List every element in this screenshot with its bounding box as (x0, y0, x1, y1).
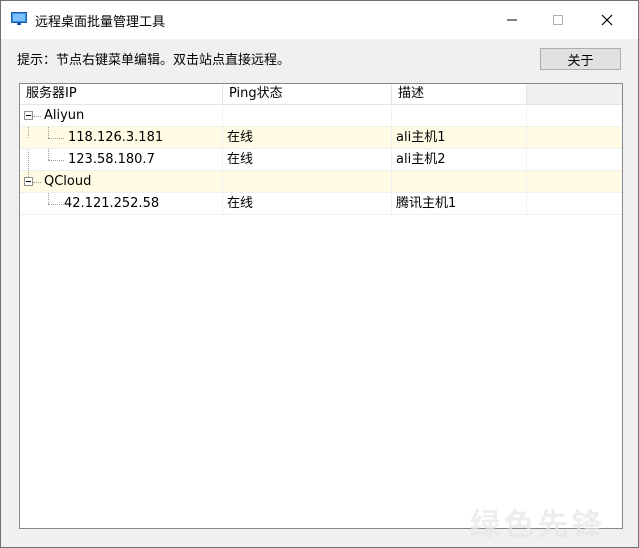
collapse-icon[interactable] (24, 177, 33, 186)
ping-status: 在线 (223, 127, 392, 149)
group-name: Aliyun (44, 108, 85, 123)
client-area: 提示：节点右键菜单编辑。双击站点直接远程。 关于 服务器IP Ping状态 描述… (1, 39, 638, 547)
remote-desktop-icon (11, 12, 27, 25)
server-description: ali主机1 (392, 127, 527, 149)
column-header-ip[interactable]: 服务器IP (20, 84, 223, 104)
close-button[interactable] (584, 1, 630, 39)
server-description: ali主机2 (392, 149, 527, 171)
table-row[interactable]: 42.121.252.58 在线 腾讯主机1 (20, 193, 622, 215)
table-row[interactable]: 118.126.3.181 在线 ali主机1 (20, 127, 622, 149)
ping-status: 在线 (223, 149, 392, 171)
watermark: 绿色先锋 (470, 508, 606, 543)
column-header-ping[interactable]: Ping状态 (223, 84, 392, 104)
maximize-button[interactable] (535, 1, 581, 39)
server-description: 腾讯主机1 (392, 193, 527, 215)
collapse-icon[interactable] (24, 111, 33, 120)
hint-text: 提示：节点右键菜单编辑。双击站点直接远程。 (17, 53, 291, 68)
server-tree-list[interactable]: 服务器IP Ping状态 描述 Aliyun 118.126.3.181 在线 … (19, 83, 623, 529)
window-title: 远程桌面批量管理工具 (35, 15, 166, 30)
minimize-icon (507, 19, 517, 21)
main-window: 远程桌面批量管理工具 提示：节点右键菜单编辑。双击站点直接远程。 关于 服务器I… (0, 0, 639, 548)
group-name: QCloud (44, 174, 92, 189)
tree-group-row[interactable]: Aliyun (20, 105, 622, 127)
server-ip: 42.121.252.58 (64, 196, 160, 211)
close-icon (601, 14, 613, 26)
table-header: 服务器IP Ping状态 描述 (20, 84, 622, 105)
ping-status: 在线 (223, 193, 392, 215)
table-row[interactable]: 123.58.180.7 在线 ali主机2 (20, 149, 622, 171)
server-ip: 118.126.3.181 (68, 130, 164, 145)
title-bar[interactable]: 远程桌面批量管理工具 (1, 1, 638, 39)
column-header-desc[interactable]: 描述 (392, 84, 527, 104)
column-header-filler (527, 84, 622, 104)
minimize-button[interactable] (489, 1, 535, 39)
maximize-icon (553, 15, 563, 25)
tree-group-row[interactable]: QCloud (20, 171, 622, 193)
server-ip: 123.58.180.7 (68, 152, 155, 167)
about-button[interactable]: 关于 (540, 48, 621, 70)
